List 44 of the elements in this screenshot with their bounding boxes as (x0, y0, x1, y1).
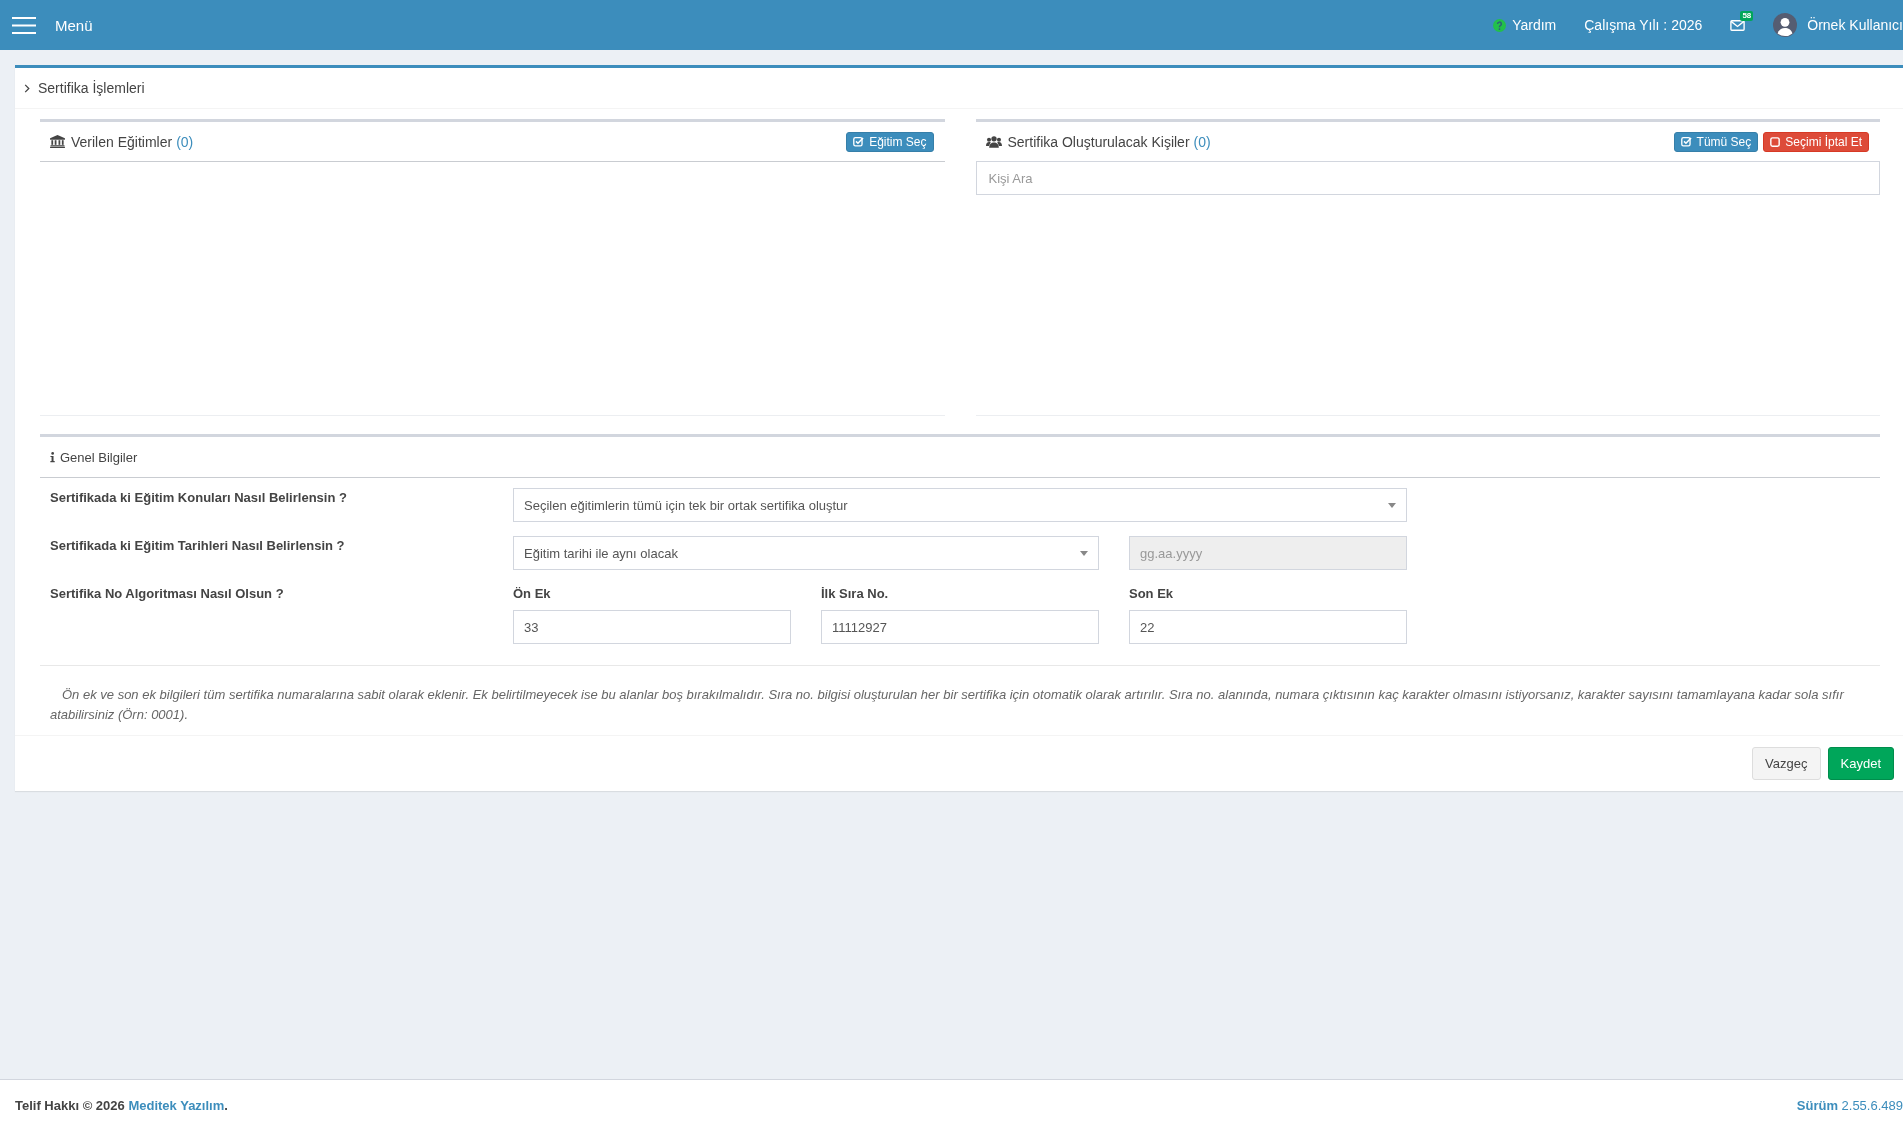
field-caption: İlk Sıra No. (821, 585, 889, 603)
bank-icon (50, 135, 65, 148)
select-all-button[interactable]: Tümü Seç (1673, 131, 1759, 152)
help-icon (1493, 18, 1507, 32)
panel-title: Sertifika Oluşturulacak Kişiler (1007, 133, 1190, 150)
field-caption: Son Ek (1129, 585, 1174, 603)
version-text: Sürüm 2.55.6.489 (1796, 1097, 1903, 1113)
form-label: Sertifikada ki Eğitim Konuları Nasıl Belirlensin ? (50, 489, 347, 507)
search-field[interactable]: Kişi Ara (975, 161, 1880, 195)
user-menu[interactable]: Örnek Kullanıcı (1773, 13, 1903, 37)
menu-icon (12, 16, 36, 34)
avatar-icon (1773, 13, 1798, 37)
checked-box-icon (1680, 136, 1692, 147)
menu-button[interactable]: Menü (0, 16, 93, 34)
users-icon (985, 135, 1002, 148)
help-link[interactable]: Yardım (1493, 17, 1557, 33)
dropdown[interactable]: Seçilen eğitimlerin tümü için tek bir ortak sertifika oluştur (513, 488, 1407, 522)
mail-icon (1730, 19, 1746, 31)
form-label: Sertifika No Algoritması Nasıl Olsun ? (50, 585, 284, 603)
item-count: (0) (1193, 133, 1211, 150)
unread-count-badge: 58 (1740, 10, 1754, 21)
panel-title: Verilen Eğitimler (71, 133, 173, 150)
dropdown[interactable]: Eğitim tarihi ile aynı olacak (513, 536, 1099, 570)
square-icon (1770, 136, 1781, 147)
chevron-right-icon (24, 83, 30, 93)
work-year-link[interactable]: Çalışma Yılı : 2026 (1584, 17, 1703, 33)
item-count: (0) (176, 133, 194, 150)
clear-selection-button[interactable]: Seçimi İptal Et (1763, 131, 1869, 152)
choose-training-button[interactable]: Eğitim Seç (846, 131, 934, 152)
cancel-button[interactable]: Vazgeç (1752, 747, 1821, 780)
input-field[interactable]: 22 (1129, 610, 1407, 644)
caret-icon (1080, 550, 1088, 556)
input-field[interactable]: 11112927 (821, 610, 1099, 644)
info-icon (50, 451, 55, 463)
section-title: Genel Bilgiler (60, 449, 138, 465)
save-button[interactable]: Kaydet (1827, 747, 1894, 780)
field-caption: Ön Ek (513, 585, 551, 603)
page-title: Sertifika İşlemleri (38, 80, 145, 96)
help-note: Ön ek ve son ek bilgileri tüm sertifika numaralarına sabit olarak eklenir. Ek belirtilmeyecek ise bu alanlar boş bırakılmalıdır. Sıra no. bilgisi oluşturulan her bir sertifika için otomatik olarak artırılır. Sıra no. alanında, numara çıktısının kaç karakter olmasını istiyorsanız, karakter sayısını tamamlayana kadar sola sıfır atabilirsiniz (Örn: 0001). (49, 686, 1846, 724)
checked-box-icon (853, 136, 865, 147)
form-label: Sertifikada ki Eğitim Tarihleri Nasıl Belirlensin ? (50, 537, 345, 555)
copyright-text: Telif Hakkı © 2026 Meditek Yazılım. (15, 1097, 228, 1113)
input-field[interactable]: 33 (513, 610, 791, 644)
caret-icon (1388, 502, 1396, 508)
